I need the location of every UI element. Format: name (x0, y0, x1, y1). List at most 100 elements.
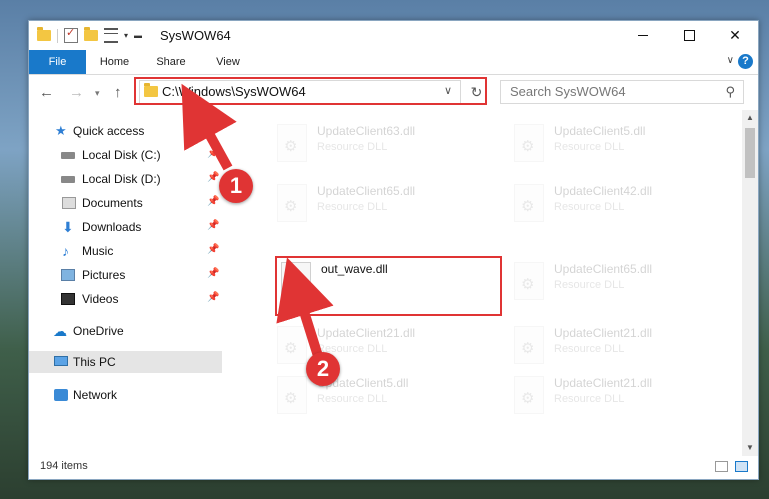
nav-item-label: Music (82, 244, 114, 258)
gear-icon: ⚙ (521, 340, 535, 357)
vertical-scrollbar[interactable]: ▲ ▼ (742, 110, 758, 456)
gear-icon: ⚙ (521, 390, 535, 407)
gear-icon: ⚙ (284, 340, 298, 357)
nav-item-label: Local Disk (C:) (82, 148, 161, 162)
up-arrow-icon[interactable]: ↑ (114, 84, 122, 101)
pin-icon[interactable]: 📌 (207, 292, 219, 303)
properties-icon[interactable] (64, 26, 78, 43)
computer-icon (54, 356, 68, 366)
scroll-thumb[interactable] (745, 128, 755, 178)
nav-item-label: This PC (73, 355, 116, 369)
pin-icon[interactable]: 📌 (207, 196, 219, 207)
nav-item-label: Local Disk (D:) (82, 172, 161, 186)
dll-file-icon: ⚙ (514, 376, 544, 414)
file-type: Resource DLL (317, 201, 388, 213)
cloud-icon: ☁ (53, 323, 67, 339)
file-item[interactable]: ⚙ UpdateClient63.dll Resource DLL (277, 120, 505, 172)
window-title: SysWOW64 (160, 28, 231, 43)
dll-file-icon: ⚙ (514, 184, 544, 222)
new-folder-icon[interactable] (84, 27, 98, 41)
large-icons-view-icon[interactable] (735, 461, 748, 472)
title-bar: ▾ ▬ SysWOW64 ✕ (29, 21, 758, 50)
dll-file-icon: ⚙ (514, 124, 544, 162)
disk-icon (61, 176, 75, 183)
pin-icon[interactable]: 📌 (207, 244, 219, 255)
help-icon[interactable]: ? (738, 54, 753, 69)
nav-item-pictures[interactable]: Pictures 📌 (29, 264, 222, 286)
file-name: UpdateClient42.dll (554, 184, 653, 198)
tab-view[interactable]: View (200, 50, 256, 74)
pin-icon[interactable]: 📌 (207, 268, 219, 279)
file-list: ⚙ UpdateClient63.dll Resource DLL ⚙ Upda… (222, 110, 742, 456)
file-type: Resource DLL (317, 141, 388, 153)
recent-locations-icon[interactable]: ▾ (95, 88, 100, 99)
folder-icon (37, 27, 51, 41)
file-type: Resource DLL (317, 393, 388, 405)
quick-access-toolbar: ▾ ▬ (37, 26, 142, 43)
search-icon[interactable]: ⚲ (725, 84, 735, 100)
disk-icon (61, 152, 75, 159)
file-item[interactable]: ⚙ UpdateClient21.dll Resource DLL (514, 322, 742, 374)
nav-item-videos[interactable]: Videos 📌 (29, 288, 222, 310)
tab-home[interactable]: Home (87, 50, 142, 74)
file-item[interactable]: ⚙ UpdateClient65.dll Resource DLL (277, 180, 505, 232)
file-type: Resource DLL (554, 343, 625, 355)
file-type: Resource DLL (554, 141, 625, 153)
maximize-button[interactable] (666, 21, 712, 50)
nav-item-label: Downloads (82, 220, 142, 234)
pin-icon[interactable]: 📌 (207, 148, 219, 159)
search-input[interactable]: Search SysWOW64 ⚲ (500, 80, 744, 104)
expand-ribbon-icon[interactable]: ∨ (727, 55, 734, 66)
nav-item-music[interactable]: ♪ Music 📌 (29, 240, 222, 262)
file-item[interactable]: ⚙ UpdateClient5.dll Resource DLL (514, 120, 742, 172)
dll-file-icon: ⚙ (277, 376, 307, 414)
toolbar-divider (57, 28, 58, 43)
file-item[interactable]: ⚙ UpdateClient65.dll Resource DLL (514, 258, 742, 310)
scroll-up-icon[interactable]: ▲ (742, 110, 758, 126)
nav-item-quick-access[interactable]: ★ Quick access (29, 120, 222, 142)
minimize-button[interactable] (620, 21, 666, 50)
scroll-down-icon[interactable]: ▼ (742, 440, 758, 456)
customize-toolbar-icon[interactable]: ▬ (134, 31, 142, 40)
chevron-down-icon[interactable]: ▾ (124, 31, 128, 40)
nav-item-downloads[interactable]: ⬇ Downloads 📌 (29, 216, 222, 238)
close-button[interactable]: ✕ (712, 21, 758, 50)
nav-item-label: Quick access (73, 124, 145, 138)
dll-file-icon: ⚙ (514, 326, 544, 364)
nav-item-label: Network (73, 388, 118, 402)
nav-item-this-pc[interactable]: This PC (29, 351, 222, 373)
navigation-pane: ★ Quick access Local Disk (C:) 📌 Local D… (29, 110, 222, 456)
dll-file-icon: ⚙ (277, 326, 307, 364)
gear-icon: ⚙ (521, 138, 535, 155)
forward-arrow-icon[interactable]: → (69, 84, 84, 101)
dll-file-icon: ⚙ (514, 262, 544, 300)
pin-icon[interactable]: 📌 (207, 220, 219, 231)
nav-item-local-disk-c[interactable]: Local Disk (C:) 📌 (29, 144, 222, 166)
tab-file[interactable]: File (29, 50, 86, 74)
file-item[interactable]: ⚙ UpdateClient21.dll Resource DLL (514, 372, 742, 424)
dll-file-icon: ⚙ (277, 124, 307, 162)
details-view-icon[interactable] (715, 461, 728, 472)
nav-item-onedrive[interactable]: ☁ OneDrive (29, 320, 222, 342)
gear-icon: ⚙ (521, 276, 535, 293)
step-marker-2: 2 (306, 352, 340, 386)
gear-icon: ⚙ (284, 198, 298, 215)
file-name: UpdateClient63.dll (317, 124, 416, 138)
file-item[interactable]: ⚙ UpdateClient42.dll Resource DLL (514, 180, 742, 232)
nav-item-network[interactable]: Network (29, 384, 222, 406)
gear-icon: ⚙ (521, 198, 535, 215)
back-arrow-icon[interactable]: ← (39, 84, 54, 101)
view-options-icon[interactable] (104, 28, 118, 43)
pin-icon[interactable]: 📌 (207, 172, 219, 183)
file-name: UpdateClient21.dll (317, 326, 416, 340)
nav-item-documents[interactable]: Documents 📌 (29, 192, 222, 214)
file-type: Resource DLL (554, 201, 625, 213)
tab-share[interactable]: Share (142, 50, 200, 74)
nav-item-local-disk-d[interactable]: Local Disk (D:) 📌 (29, 168, 222, 190)
file-name: UpdateClient65.dll (317, 184, 416, 198)
close-icon: ✕ (729, 27, 741, 43)
refresh-icon[interactable]: ↻ (466, 80, 487, 104)
nav-item-label: Documents (82, 196, 143, 210)
dll-file-icon: ⚙ (277, 184, 307, 222)
videos-icon (61, 293, 75, 305)
